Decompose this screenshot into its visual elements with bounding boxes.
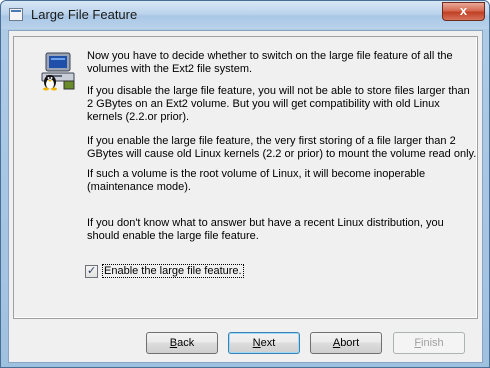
linux-tux-computer-icon [41, 52, 75, 91]
intro-paragraph: Now you have to decide whether to switch… [87, 50, 453, 75]
disable-paragraph: If you disable the large file feature, y… [87, 85, 470, 123]
dialog-client-area: Now you have to decide whether to switch… [8, 30, 483, 363]
recommendation-paragraph: If you don't know what to answer but hav… [87, 217, 444, 242]
content-panel: Now you have to decide whether to switch… [13, 36, 478, 319]
back-button[interactable]: Back [146, 332, 218, 354]
title-bar[interactable]: Large File Feature x [1, 1, 489, 29]
window-icon [9, 8, 23, 21]
root-volume-paragraph: If such a volume is the root volume of L… [87, 168, 426, 193]
large-file-checkbox-label[interactable]: Enable the large file feature. [102, 264, 244, 278]
enable-paragraph: If you enable the large file feature, th… [87, 135, 477, 160]
abort-button[interactable]: Abort [310, 332, 382, 354]
window-title: Large File Feature [31, 7, 138, 22]
finish-button[interactable]: Finish [393, 332, 465, 354]
large-file-checkbox-row[interactable]: Enable the large file feature. [85, 263, 244, 279]
close-button[interactable]: x [442, 2, 485, 21]
large-file-checkbox[interactable] [85, 264, 98, 278]
dialog-window: Large File Feature x Now you have to dec… [0, 0, 490, 368]
next-button[interactable]: Next [228, 332, 300, 354]
close-icon: x [459, 3, 468, 18]
